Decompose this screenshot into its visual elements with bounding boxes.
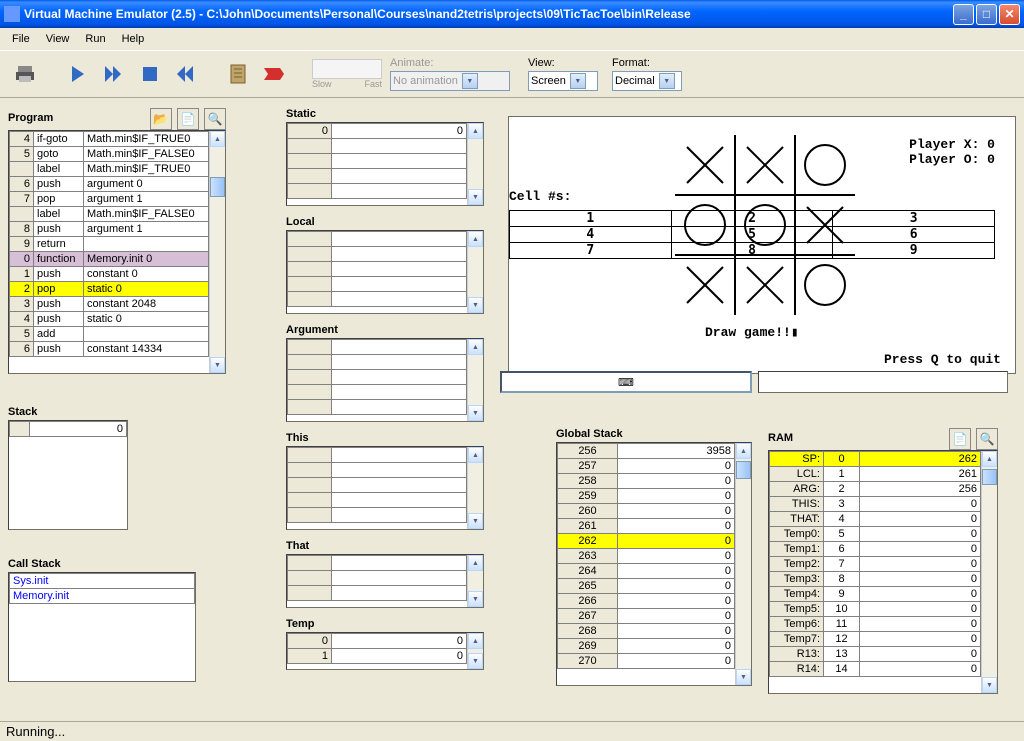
menu-help[interactable]: Help [114,31,153,47]
titlebar-text: Virtual Machine Emulator (2.5) - C:\John… [24,7,953,21]
print-icon[interactable] [12,60,40,88]
keyboard-display [758,371,1008,393]
menu-file[interactable]: File [4,31,38,47]
breakpoint-icon[interactable] [260,60,288,88]
ram-new-icon[interactable]: 📄 [949,428,971,450]
score-text: Player X: 0 Player O: 0 [909,137,995,167]
chevron-down-icon: ▼ [659,73,675,89]
view-label: View: [528,57,598,69]
status-bar: Running... [0,721,1024,741]
menu-view[interactable]: View [38,31,78,47]
stop-icon[interactable] [136,60,164,88]
globalstack-title: Global Stack [556,428,752,440]
globalstack-panel: Global Stack 256395825702580259026002610… [556,428,752,686]
ram-panel: RAM 📄 🔍 SP:0262LCL:1261ARG:2256THIS:30TH… [768,428,998,694]
new-file-icon[interactable]: 📄 [177,108,199,130]
program-title: Program [8,112,53,124]
callstack-table[interactable]: Sys.initMemory.init [9,573,195,604]
script-icon[interactable] [224,60,252,88]
rewind-icon[interactable] [172,60,200,88]
app-icon [4,6,20,22]
chevron-down-icon: ▼ [462,73,478,89]
stack-title: Stack [8,406,128,418]
menubar: File View Run Help [0,28,1024,50]
globalstack-table[interactable]: 2563958257025802590260026102620263026402… [557,443,735,669]
stack-panel: Stack 0 [8,406,128,530]
game-msg: Draw game!!▮ [705,325,799,340]
animate-combo[interactable]: No animation▼ [390,71,510,91]
player-o-score: Player O: 0 [909,152,995,167]
speed-slider[interactable] [312,59,382,79]
open-folder-icon[interactable]: 📂 [150,108,172,130]
fast-forward-icon[interactable] [100,60,128,88]
program-scrollbar[interactable]: ▲▼ [209,131,225,373]
cell-legend: Cell #s: 123456789 [509,189,995,259]
toolbar: Slow Fast Animate: No animation▼ View: Sc… [0,50,1024,98]
animate-label: Animate: [390,57,510,69]
content: Program 📂 📄 🔍 4if-gotoMath.min$IF_TRUE05… [0,98,1024,738]
program-table[interactable]: 4if-gotoMath.min$IF_TRUE05gotoMath.min$I… [9,131,209,357]
window-buttons: _ □ ✕ [953,4,1020,25]
ram-table[interactable]: SP:0262LCL:1261ARG:2256THIS:30THAT:40Tem… [769,451,981,677]
format-label: Format: [612,57,682,69]
cells-label: Cell #s: [509,189,995,204]
callstack-panel: Call Stack Sys.initMemory.init [8,558,196,682]
titlebar: Virtual Machine Emulator (2.5) - C:\John… [0,0,1024,28]
keyboard-area: ⌨ [500,370,1008,394]
speed-slider-group: Slow Fast [312,59,382,89]
close-button[interactable]: ✕ [999,4,1020,25]
maximize-button[interactable]: □ [976,4,997,25]
slow-label: Slow [312,79,332,89]
ram-title: RAM [768,432,793,444]
fast-label: Fast [364,79,382,89]
ram-scrollbar[interactable]: ▲▼ [981,451,997,693]
chevron-down-icon: ▼ [570,73,586,89]
program-panel: Program 📂 📄 🔍 4if-gotoMath.min$IF_TRUE05… [8,108,226,374]
binoculars-icon[interactable]: 🔍 [204,108,226,130]
menu-run[interactable]: Run [77,31,113,47]
minimize-button[interactable]: _ [953,4,974,25]
keyboard-input-box[interactable]: ⌨ [500,371,752,393]
quit-msg: Press Q to quit [884,352,1001,367]
keyboard-icon: ⌨ [618,376,634,389]
ram-search-icon[interactable]: 🔍 [976,428,998,450]
player-x-score: Player X: 0 [909,137,995,152]
stack-table[interactable]: 0 [9,421,127,437]
callstack-title: Call Stack [8,558,196,570]
segments-column: Static00▲▼Local▲▼Argument▲▼This▲▼That▲▼T… [286,108,484,680]
view-combo[interactable]: Screen▼ [528,71,598,91]
program-table-wrap: 4if-gotoMath.min$IF_TRUE05gotoMath.min$I… [8,130,226,374]
globalstack-scrollbar[interactable]: ▲▼ [735,443,751,685]
format-combo[interactable]: Decimal▼ [612,71,682,91]
step-icon[interactable] [64,60,92,88]
screen-output: Player X: 0 Player O: 0 Cell #s: 1234567… [508,116,1016,374]
